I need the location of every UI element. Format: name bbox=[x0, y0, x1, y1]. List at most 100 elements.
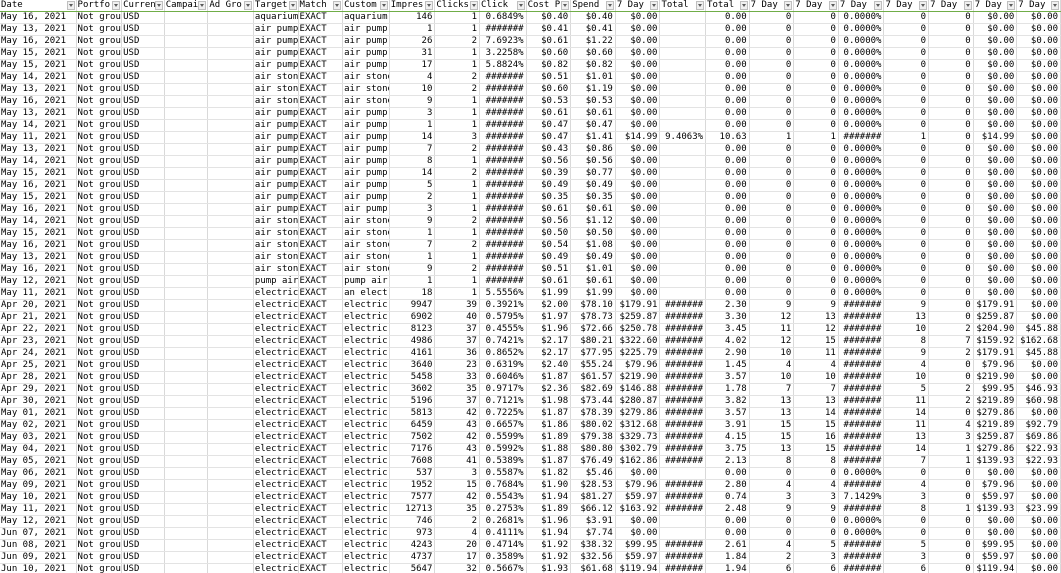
table-cell[interactable]: $1.99 bbox=[526, 287, 572, 300]
table-cell[interactable]: air pump bbox=[342, 131, 390, 144]
table-cell[interactable] bbox=[207, 479, 254, 492]
table-cell[interactable]: 13 bbox=[749, 443, 795, 456]
table-cell[interactable]: EXACT bbox=[298, 167, 344, 180]
table-cell[interactable]: Not group bbox=[76, 395, 123, 408]
table-cell[interactable]: $80.80 bbox=[570, 443, 616, 456]
table-cell[interactable]: 43 bbox=[434, 443, 480, 456]
table-cell[interactable]: ####### bbox=[659, 551, 707, 564]
table-cell[interactable]: $1.41 bbox=[570, 131, 616, 144]
table-cell[interactable]: air stone bbox=[253, 239, 299, 252]
table-cell[interactable]: 0.0000% bbox=[838, 83, 885, 96]
column-header[interactable]: Portfo bbox=[76, 0, 123, 12]
table-cell[interactable]: 1 bbox=[389, 119, 436, 132]
table-cell[interactable]: May 06, 2021 bbox=[0, 467, 77, 480]
table-cell[interactable]: 0 bbox=[793, 47, 839, 60]
table-cell[interactable]: electric bbox=[253, 311, 299, 324]
table-cell[interactable]: 37 bbox=[434, 323, 480, 336]
table-cell[interactable]: 2 bbox=[434, 167, 480, 180]
table-cell[interactable] bbox=[164, 347, 209, 360]
table-cell[interactable]: 0.00 bbox=[705, 71, 750, 84]
table-cell[interactable]: Not group bbox=[76, 215, 123, 228]
table-cell[interactable]: Jun 08, 2021 bbox=[0, 539, 77, 552]
table-cell[interactable] bbox=[164, 359, 209, 372]
table-cell[interactable]: 15 bbox=[793, 419, 839, 432]
table-cell[interactable]: ####### bbox=[479, 227, 527, 240]
table-cell[interactable]: 0.00 bbox=[705, 119, 750, 132]
table-cell[interactable]: 5.5556% bbox=[479, 287, 527, 300]
table-cell[interactable]: $1.08 bbox=[570, 239, 616, 252]
table-cell[interactable]: Not group bbox=[76, 479, 123, 492]
table-cell[interactable]: 0 bbox=[928, 491, 974, 504]
table-cell[interactable]: ####### bbox=[479, 275, 527, 288]
table-cell[interactable]: 14 bbox=[883, 443, 930, 456]
table-cell[interactable]: 0.6046% bbox=[479, 371, 527, 384]
table-cell[interactable]: 5 bbox=[883, 383, 930, 396]
table-cell[interactable]: 0 bbox=[928, 179, 974, 192]
table-cell[interactable]: 0 bbox=[749, 35, 795, 48]
filter-dropdown-icon[interactable] bbox=[516, 1, 525, 10]
table-cell[interactable]: electric bbox=[253, 503, 299, 516]
table-cell[interactable]: May 15, 2021 bbox=[0, 227, 77, 240]
table-cell[interactable]: ####### bbox=[659, 479, 707, 492]
table-cell[interactable]: $0.00 bbox=[973, 143, 1018, 156]
table-cell[interactable]: $0.00 bbox=[1016, 107, 1061, 120]
table-cell[interactable] bbox=[659, 287, 707, 300]
table-cell[interactable]: 0 bbox=[793, 167, 839, 180]
table-cell[interactable]: $0.00 bbox=[973, 59, 1018, 72]
table-cell[interactable]: 0 bbox=[749, 239, 795, 252]
table-cell[interactable]: May 10, 2021 bbox=[0, 491, 77, 504]
table-cell[interactable]: 0.2753% bbox=[479, 503, 527, 516]
table-cell[interactable]: $0.41 bbox=[570, 23, 616, 36]
table-cell[interactable]: 13 bbox=[883, 431, 930, 444]
table-cell[interactable]: 5647 bbox=[389, 563, 436, 573]
table-cell[interactable]: $1.01 bbox=[570, 263, 616, 276]
table-cell[interactable]: 13 bbox=[749, 407, 795, 420]
table-cell[interactable]: 0 bbox=[883, 251, 930, 264]
table-cell[interactable]: EXACT bbox=[298, 503, 344, 516]
table-cell[interactable]: USD bbox=[121, 167, 165, 180]
table-cell[interactable]: 1 bbox=[434, 23, 480, 36]
table-cell[interactable]: ####### bbox=[659, 359, 707, 372]
table-cell[interactable]: electric bbox=[342, 335, 390, 348]
table-cell[interactable]: 2 bbox=[434, 515, 480, 528]
column-header[interactable]: Click bbox=[479, 0, 527, 12]
table-cell[interactable]: 0 bbox=[749, 95, 795, 108]
table-cell[interactable]: air pump bbox=[342, 23, 390, 36]
table-cell[interactable]: $0.00 bbox=[1016, 275, 1061, 288]
table-cell[interactable]: $312.68 bbox=[615, 419, 661, 432]
table-cell[interactable]: 0 bbox=[928, 239, 974, 252]
table-cell[interactable]: USD bbox=[121, 479, 165, 492]
table-cell[interactable]: $0.00 bbox=[1016, 23, 1061, 36]
filter-dropdown-icon[interactable] bbox=[243, 1, 252, 10]
table-cell[interactable]: 11 bbox=[883, 395, 930, 408]
table-cell[interactable]: Not group bbox=[76, 155, 123, 168]
table-cell[interactable]: 2 bbox=[434, 35, 480, 48]
table-cell[interactable] bbox=[164, 263, 209, 276]
table-cell[interactable]: EXACT bbox=[298, 179, 344, 192]
table-cell[interactable]: $0.00 bbox=[615, 23, 661, 36]
table-cell[interactable]: 0.00 bbox=[705, 515, 750, 528]
table-cell[interactable]: $139.93 bbox=[973, 503, 1018, 516]
table-cell[interactable]: Not group bbox=[76, 299, 123, 312]
table-cell[interactable]: pump air bbox=[342, 275, 390, 288]
table-cell[interactable]: 0 bbox=[749, 191, 795, 204]
table-cell[interactable]: 3 bbox=[389, 107, 436, 120]
table-cell[interactable] bbox=[164, 491, 209, 504]
table-cell[interactable]: $23.99 bbox=[1016, 503, 1061, 516]
table-cell[interactable]: EXACT bbox=[298, 443, 344, 456]
table-cell[interactable] bbox=[207, 431, 254, 444]
table-cell[interactable]: $279.86 bbox=[973, 407, 1018, 420]
table-cell[interactable]: May 02, 2021 bbox=[0, 419, 77, 432]
table-cell[interactable]: ####### bbox=[659, 443, 707, 456]
table-cell[interactable] bbox=[164, 155, 209, 168]
column-header[interactable]: 7 Day bbox=[793, 0, 839, 12]
table-cell[interactable]: EXACT bbox=[298, 203, 344, 216]
table-cell[interactable]: electric bbox=[342, 563, 390, 573]
table-cell[interactable]: $0.00 bbox=[1016, 551, 1061, 564]
table-cell[interactable]: electric bbox=[253, 491, 299, 504]
table-cell[interactable]: 2 bbox=[749, 551, 795, 564]
table-cell[interactable]: USD bbox=[121, 143, 165, 156]
table-cell[interactable]: 3 bbox=[793, 491, 839, 504]
table-cell[interactable]: $1.94 bbox=[526, 527, 572, 540]
table-cell[interactable]: USD bbox=[121, 299, 165, 312]
